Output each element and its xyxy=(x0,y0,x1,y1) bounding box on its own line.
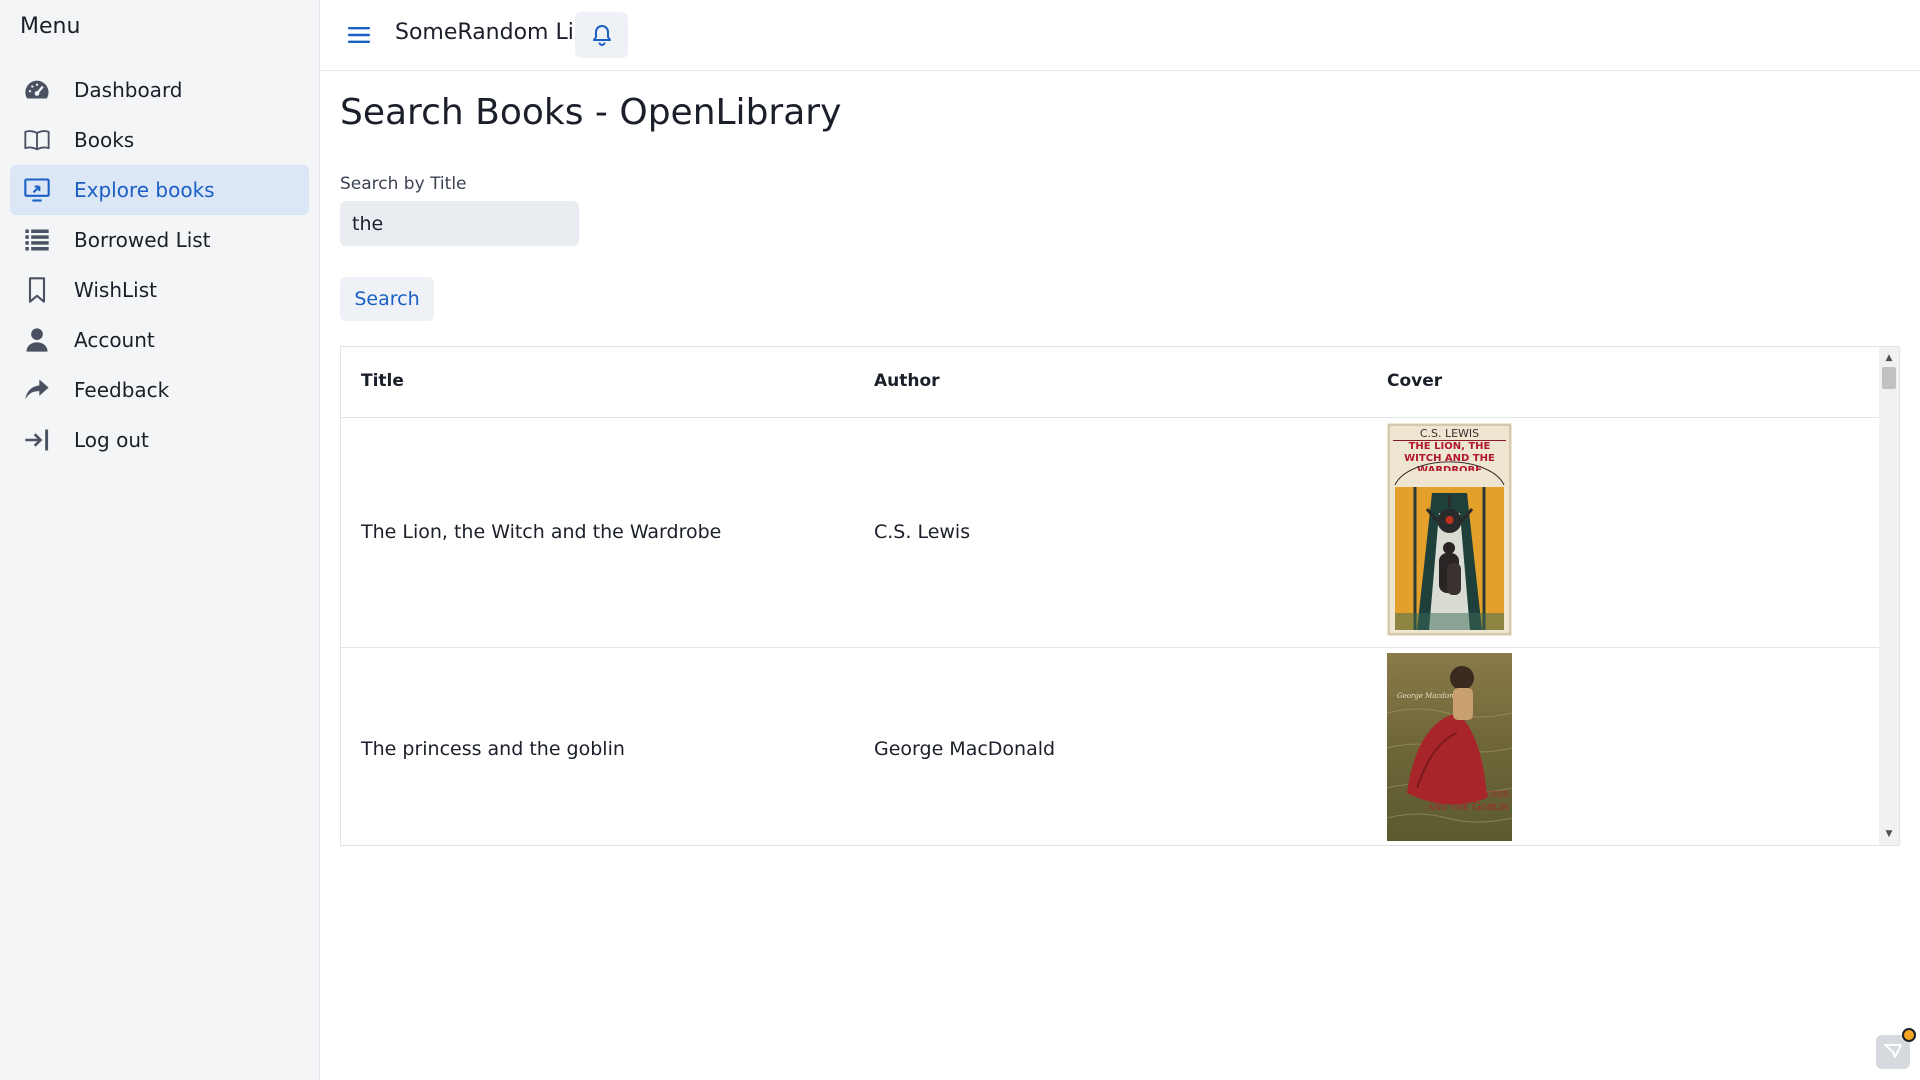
sidebar-item-label: Account xyxy=(74,328,155,352)
sidebar-item-wishlist[interactable]: WishList xyxy=(10,265,309,315)
column-header-cover: Cover xyxy=(1387,371,1443,391)
user-icon xyxy=(22,325,52,355)
table-header: Title Author Cover xyxy=(341,347,1879,418)
list-icon xyxy=(22,225,52,255)
sidebar-item-label: Books xyxy=(74,128,135,152)
chat-widget-icon xyxy=(1884,1044,1902,1058)
sidebar-item-label: WishList xyxy=(74,278,157,302)
sidebar-item-explore-books[interactable]: Explore books xyxy=(10,165,309,215)
search-button[interactable]: Search xyxy=(340,277,434,321)
cover-title-text: THE LION, THE WITCH AND THE WARDROBE xyxy=(1404,441,1495,471)
column-header-author: Author xyxy=(874,371,940,391)
sidebar-item-logout[interactable]: Log out xyxy=(10,415,309,465)
share-arrow-icon xyxy=(22,375,52,405)
table-scrollbar[interactable]: ▲ ▼ xyxy=(1879,347,1899,845)
sidebar-item-label: Log out xyxy=(74,428,149,452)
book-author: C.S. Lewis xyxy=(874,521,971,543)
results-table: Title Author Cover The Lion, the Witch a… xyxy=(340,346,1900,846)
book-cover-image: C.S. LEWIS THE LION, THE WITCH AND THE W… xyxy=(1387,423,1512,636)
bell-icon xyxy=(592,25,611,46)
bookmark-icon xyxy=(22,275,52,305)
sidebar-item-label: Feedback xyxy=(74,378,170,402)
cover-title-text: The Princess and the Goblin xyxy=(1427,787,1509,813)
search-label: Search by Title xyxy=(340,174,467,194)
cover-author-text: C.S. LEWIS xyxy=(1420,427,1479,440)
scroll-down-arrow-icon[interactable]: ▼ xyxy=(1879,825,1899,843)
scroll-up-arrow-icon[interactable]: ▲ xyxy=(1879,349,1899,367)
logout-icon xyxy=(22,425,52,455)
book-title: The Lion, the Witch and the Wardrobe xyxy=(361,521,722,543)
book-author: George MacDonald xyxy=(874,738,1056,760)
sidebar-item-dashboard[interactable]: Dashboard xyxy=(10,65,309,115)
sidebar-nav: Dashboard Books Explore books Borrowed L… xyxy=(10,65,309,465)
table-row[interactable]: The Lion, the Witch and the Wardrobe C.S… xyxy=(341,418,1879,648)
search-input[interactable] xyxy=(340,201,579,246)
explore-screen-icon xyxy=(22,175,52,205)
app-brand: SomeRandom Lib xyxy=(395,20,588,45)
sidebar-item-account[interactable]: Account xyxy=(10,315,309,365)
sidebar-item-label: Explore books xyxy=(74,178,215,202)
sidebar-item-label: Borrowed List xyxy=(74,228,211,252)
sidebar-item-borrowed-list[interactable]: Borrowed List xyxy=(10,215,309,265)
sidebar-item-books[interactable]: Books xyxy=(10,115,309,165)
open-book-icon xyxy=(22,125,52,155)
hamburger-icon[interactable] xyxy=(344,20,374,50)
top-bar: SomeRandom Lib xyxy=(320,0,1920,71)
table-row[interactable]: The princess and the goblin George MacDo… xyxy=(341,648,1879,845)
sidebar: Menu Dashboard Books Explore books Borro… xyxy=(0,0,320,1080)
sidebar-item-feedback[interactable]: Feedback xyxy=(10,365,309,415)
notifications-button[interactable] xyxy=(575,12,628,58)
dashboard-gauge-icon xyxy=(22,75,52,105)
scrollbar-thumb[interactable] xyxy=(1882,367,1896,389)
notification-dot xyxy=(1902,1028,1916,1042)
page-title: Search Books - OpenLibrary xyxy=(340,92,842,133)
sidebar-title: Menu xyxy=(20,14,81,39)
column-header-title: Title xyxy=(361,371,404,391)
book-cover-image: George Macdonald The Princess and the Go… xyxy=(1387,653,1512,841)
sidebar-item-label: Dashboard xyxy=(74,78,183,102)
book-title: The princess and the goblin xyxy=(361,738,625,760)
